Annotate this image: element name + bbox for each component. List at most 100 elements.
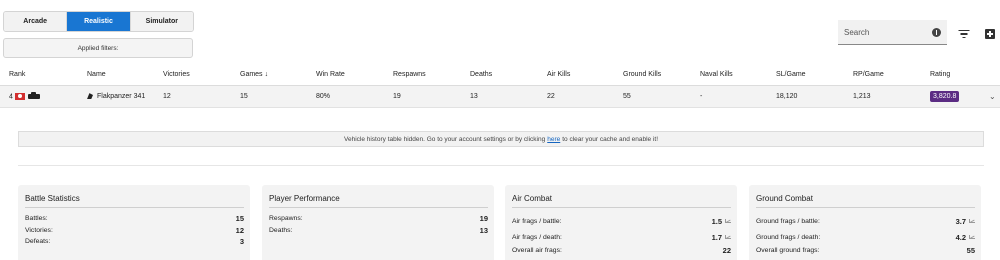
stat-row: Victories: 12 bbox=[25, 225, 244, 237]
stat-row: Air frags / death: 1.7 bbox=[512, 229, 731, 245]
col-ground-kills[interactable]: Ground Kills bbox=[623, 71, 661, 78]
notice-text-before: Vehicle history table hidden. Go to your… bbox=[343, 135, 546, 143]
card-title: Ground Combat bbox=[756, 194, 975, 208]
stat-row: Overall air frags: 22 bbox=[512, 245, 731, 257]
naval-kills-value: - bbox=[700, 93, 703, 100]
col-name[interactable]: Name bbox=[87, 71, 106, 78]
stat-value: 55 bbox=[966, 246, 975, 256]
stat-label: Overall ground frags: bbox=[756, 247, 820, 255]
info-icon[interactable] bbox=[932, 28, 941, 37]
stat-label: Air frags / death: bbox=[512, 233, 562, 241]
col-sl-game[interactable]: SL/Game bbox=[776, 71, 806, 78]
col-games-label: Games bbox=[240, 71, 263, 78]
table-row[interactable]: 4 Flakpanzer 341 12 15 80% 19 13 22 55 -… bbox=[0, 86, 1000, 108]
stat-value-wrap: 1.5 bbox=[712, 217, 731, 226]
card-title: Air Combat bbox=[512, 194, 731, 208]
card-title: Battle Statistics bbox=[25, 194, 244, 208]
win-rate-value: 80% bbox=[316, 93, 331, 100]
card-title: Player Performance bbox=[269, 194, 488, 208]
stat-value-wrap: 3.7 bbox=[956, 217, 975, 226]
stat-row: Overall ground frags: 55 bbox=[756, 245, 975, 257]
table-header: Rank Name Victories Games ↓ Win Rate Resp… bbox=[0, 64, 1000, 86]
filter-icon[interactable] bbox=[958, 30, 969, 38]
col-win-rate[interactable]: Win Rate bbox=[316, 71, 345, 78]
tab-simulator[interactable]: Simulator bbox=[130, 12, 193, 31]
rating-badge: 3,820.8 bbox=[930, 91, 960, 102]
stat-row: Defeats: 3 bbox=[25, 236, 244, 248]
stat-value: 3.7 bbox=[955, 216, 966, 226]
stat-value: 22 bbox=[722, 246, 731, 256]
vehicle-name-cell: Flakpanzer 341 bbox=[87, 93, 145, 100]
player-performance-card: Player Performance Respawns: 19 Deaths: 13 bbox=[262, 185, 494, 260]
sort-desc-icon: ↓ bbox=[264, 71, 269, 78]
stat-row: Battles: 15 bbox=[25, 213, 244, 225]
tank-icon bbox=[27, 91, 40, 99]
tab-realistic[interactable]: Realistic bbox=[67, 12, 131, 31]
stat-label: Defeats: bbox=[25, 238, 51, 246]
stat-label: Deaths: bbox=[269, 226, 293, 234]
tab-arcade[interactable]: Arcade bbox=[4, 12, 68, 31]
rank-cell: 4 bbox=[9, 91, 40, 101]
col-air-kills[interactable]: Air Kills bbox=[547, 71, 570, 78]
stat-value: 15 bbox=[235, 214, 244, 224]
trend-chart-icon bbox=[725, 219, 731, 223]
sl-game-value: 18,120 bbox=[776, 93, 798, 100]
applied-filters-label: Applied filters: bbox=[77, 44, 119, 52]
deaths-value: 13 bbox=[470, 93, 478, 100]
stat-value: 4.2 bbox=[955, 232, 966, 242]
stat-row: Ground frags / battle: 3.7 bbox=[756, 213, 975, 229]
respawns-value: 19 bbox=[393, 93, 401, 100]
vehicle-name: Flakpanzer 341 bbox=[97, 93, 146, 100]
stat-value: 13 bbox=[479, 225, 488, 235]
stat-label: Ground frags / battle: bbox=[756, 217, 820, 225]
col-rp-game[interactable]: RP/Game bbox=[853, 71, 884, 78]
clear-cache-link[interactable]: here bbox=[547, 136, 560, 143]
stat-row: Air frags / battle: 1.5 bbox=[512, 213, 731, 229]
stat-value: 1.7 bbox=[711, 232, 722, 242]
col-naval-kills[interactable]: Naval Kills bbox=[700, 71, 733, 78]
stat-value: 3 bbox=[239, 237, 244, 247]
vehicle-type-icon bbox=[87, 93, 93, 100]
air-kills-value: 22 bbox=[547, 93, 555, 100]
col-victories[interactable]: Victories bbox=[163, 71, 190, 78]
stat-label: Ground frags / death: bbox=[756, 233, 821, 241]
row-details: Vehicle history table hidden. Go to your… bbox=[0, 110, 1000, 260]
history-hidden-notice: Vehicle history table hidden. Go to your… bbox=[18, 131, 984, 147]
victories-value: 12 bbox=[163, 93, 171, 100]
divider bbox=[18, 165, 984, 166]
trend-chart-icon bbox=[725, 235, 731, 239]
col-rating[interactable]: Rating bbox=[930, 71, 950, 78]
chevron-down-icon[interactable]: ⌄ bbox=[989, 92, 996, 101]
stat-value: 19 bbox=[479, 214, 488, 224]
rating-cell: 3,820.8 bbox=[930, 91, 960, 102]
search-input[interactable] bbox=[844, 27, 929, 37]
battle-statistics-card: Battle Statistics Battles: 15 Victories: 1… bbox=[18, 185, 250, 260]
vehicle-stats-table: Rank Name Victories Games ↓ Win Rate Resp… bbox=[0, 64, 1000, 108]
stat-row: Respawns: 19 bbox=[269, 213, 488, 225]
rank-value: 4 bbox=[9, 93, 13, 101]
applied-filters[interactable]: Applied filters: bbox=[3, 38, 193, 58]
game-mode-tabs: Arcade Realistic Simulator bbox=[3, 11, 194, 32]
stat-row: Ground frags / death: 4.2 bbox=[756, 229, 975, 245]
trend-chart-icon bbox=[969, 235, 975, 239]
games-value: 15 bbox=[240, 93, 248, 100]
col-rank[interactable]: Rank bbox=[9, 71, 25, 78]
col-deaths[interactable]: Deaths bbox=[470, 71, 492, 78]
stat-label: Victories: bbox=[25, 226, 53, 234]
nation-flag-icon bbox=[14, 92, 25, 100]
col-games[interactable]: Games ↓ bbox=[240, 71, 268, 78]
trend-chart-icon bbox=[969, 219, 975, 223]
search-box bbox=[838, 20, 947, 45]
col-respawns[interactable]: Respawns bbox=[393, 71, 426, 78]
stat-row: Deaths: 13 bbox=[269, 225, 488, 237]
stat-label: Air frags / battle: bbox=[512, 217, 562, 225]
add-icon[interactable] bbox=[985, 29, 995, 39]
rp-game-value: 1,213 bbox=[853, 93, 871, 100]
stat-value-wrap: 4.2 bbox=[956, 233, 975, 242]
stat-label: Battles: bbox=[25, 215, 48, 223]
air-combat-card: Air Combat Air frags / battle: 1.5 Air fr… bbox=[505, 185, 737, 260]
stat-value: 12 bbox=[235, 225, 244, 235]
stat-value-wrap: 1.7 bbox=[712, 233, 731, 242]
stat-label: Overall air frags: bbox=[512, 247, 562, 255]
stat-label: Respawns: bbox=[269, 215, 303, 223]
